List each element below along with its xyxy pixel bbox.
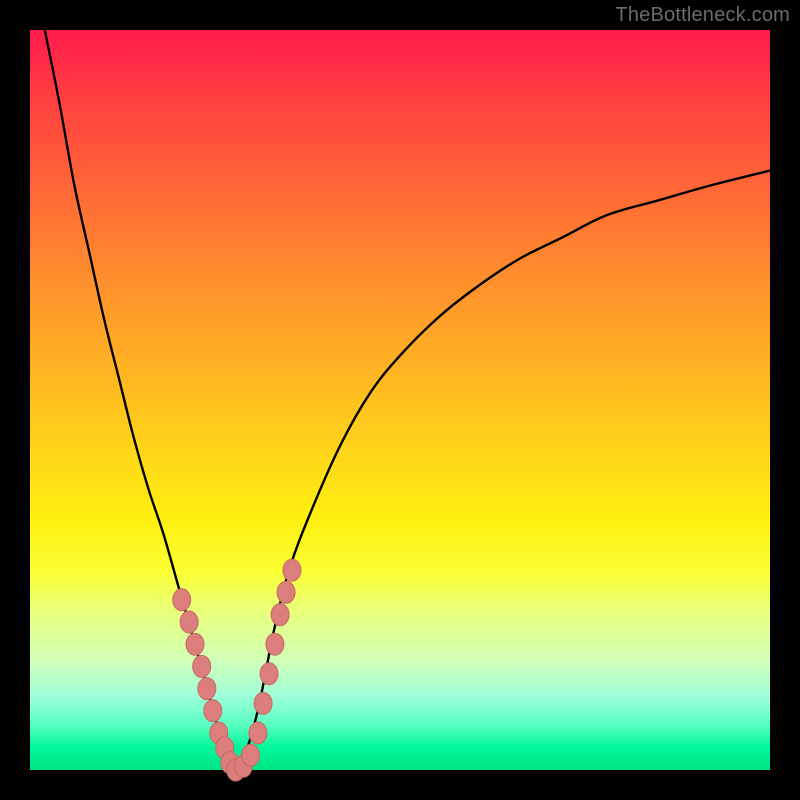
watermark-text: TheBottleneck.com — [615, 4, 790, 27]
plot-area — [30, 30, 770, 770]
chart-stage: TheBottleneck.com — [0, 0, 800, 800]
